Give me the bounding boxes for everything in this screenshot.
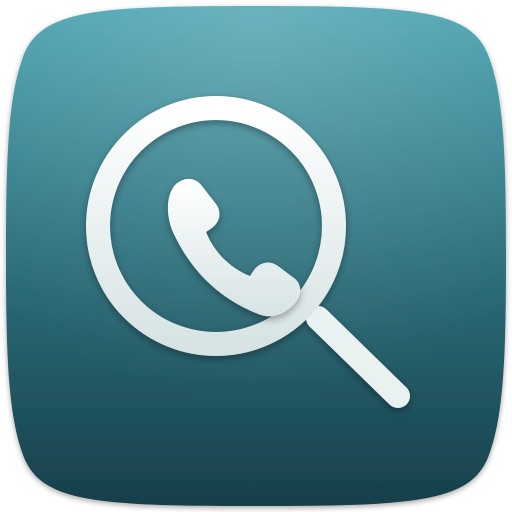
app-icon[interactable] <box>0 0 512 512</box>
app-tile-background <box>6 6 506 506</box>
app-icon-graphic <box>6 6 506 506</box>
canvas <box>0 0 512 512</box>
